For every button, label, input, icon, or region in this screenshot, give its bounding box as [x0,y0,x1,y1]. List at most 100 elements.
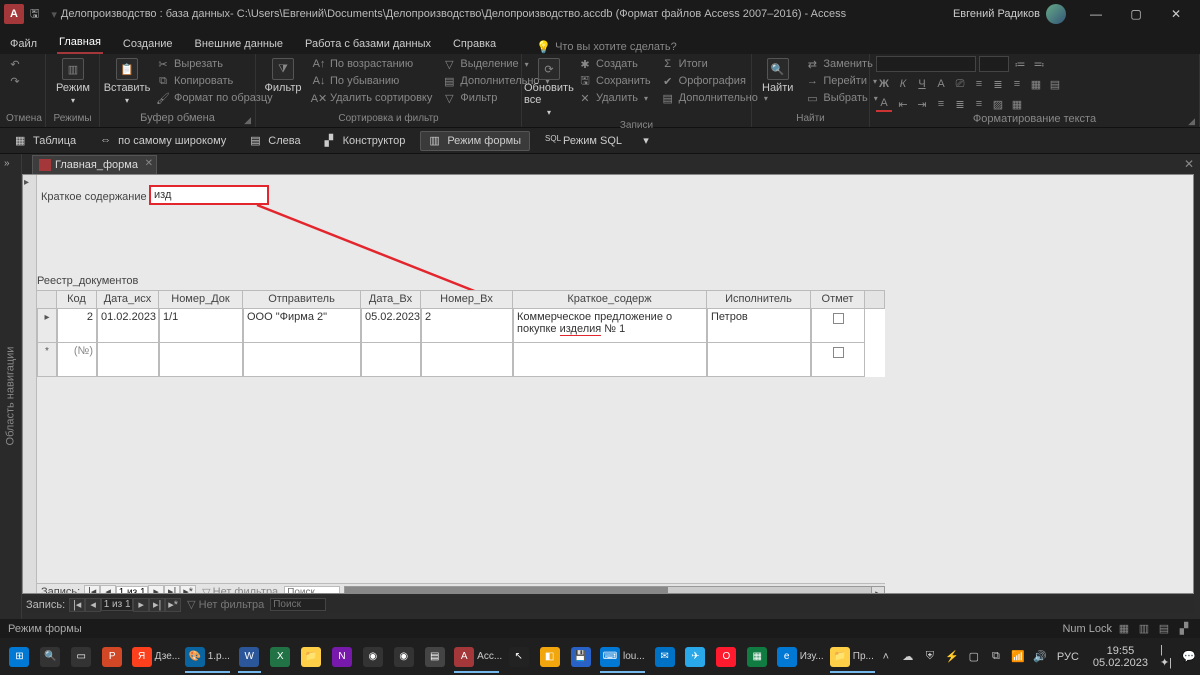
align-left-button[interactable]: ≡ [971,76,987,92]
col-kratkoe[interactable]: Краткое_содерж [513,291,707,308]
col-nomer-dok[interactable]: Номер_Док [159,291,243,308]
view-left[interactable]: ▤Слева [241,131,309,151]
bullets-icon[interactable]: ≔ [1012,56,1028,72]
taskbar-edge[interactable]: eИзу... [773,641,826,673]
taskbar-obs2[interactable]: ◉ [388,641,419,673]
filter-button[interactable]: ⧩ Фильтр [262,56,304,96]
cell-nomer-vh[interactable]: 2 [421,309,513,343]
recnav-last[interactable]: ▸| [149,598,165,612]
align-button-3[interactable]: ≡ [971,96,987,112]
gpu-icon[interactable]: ▢ [967,650,981,664]
taskbar-vscode[interactable]: ⌨lou... [596,641,649,673]
recnav-search[interactable] [284,586,340,595]
col-otmet[interactable]: Отмет [811,291,865,308]
tab-file[interactable]: Файл [8,34,39,54]
clear-sort-button[interactable]: A✕Удалить сортировку [310,90,434,106]
row-selector[interactable] [37,309,57,343]
taskbar-mail[interactable]: ✉ [649,641,680,673]
tab-external-data[interactable]: Внешние данные [193,34,285,54]
view-datasheet[interactable]: ▦Таблица [6,131,85,151]
wifi-icon[interactable]: 📶 [1011,650,1025,664]
replace-button[interactable]: ⇄Заменить [803,56,879,72]
tab-help[interactable]: Справка [451,34,498,54]
taskbar-taskview[interactable]: ▭ [66,641,97,673]
taskbar-excel[interactable]: X [265,641,296,673]
taskbar-cursor[interactable]: ↖ [503,641,534,673]
tab-database-tools[interactable]: Работа с базами данных [303,34,433,54]
taskbar-powerpoint[interactable]: P [97,641,128,673]
col-otprav[interactable]: Отправитель [243,291,361,308]
dialog-launcher-icon[interactable]: ◢ [244,115,251,126]
power-icon[interactable]: ⚡ [945,650,959,664]
dialog-launcher-icon[interactable]: ◢ [1188,116,1195,127]
tray-chevron-icon[interactable]: ˄ [879,650,893,664]
cell-nomer-dok[interactable]: 1/1 [159,309,243,343]
table-row[interactable]: 2 01.02.2023 1/1 ООО "Фирма 2" 05.02.202… [37,309,885,343]
select-button[interactable]: ▭Выбрать▾ [803,90,879,106]
recnav-first[interactable]: |◂ [84,585,100,594]
datasheet-view-icon[interactable]: ▦ [1116,622,1132,636]
cell-kratkoe[interactable]: Коммерческое предложение о покупке издел… [513,309,707,343]
view-more[interactable]: ▾ [637,131,655,150]
notifications-icon[interactable]: 💬 [1182,650,1196,664]
search-input[interactable] [149,185,269,205]
save-record-button[interactable]: 🖫Сохранить [576,73,653,89]
taskbar-onenote[interactable]: N [327,641,358,673]
paste-button[interactable]: 📋 Вставить ▾ [106,56,148,107]
recnav-filter-status[interactable]: ▽ Нет фильтра [187,598,264,611]
taskbar-explorer2[interactable]: 📁Пр... [826,641,879,673]
font-select[interactable] [876,56,976,72]
cell-empty[interactable] [159,343,243,377]
find-button[interactable]: 🔍 Найти [758,56,797,96]
form-view-icon[interactable]: ▥ [1136,622,1152,636]
goto-button[interactable]: →Перейти▾ [803,73,879,89]
recnav-next[interactable]: ▸ [133,598,149,612]
col-nomer-vh[interactable]: Номер_Вх [421,291,513,308]
doc-tab-mainform[interactable]: Главная_форма ✕ [32,155,157,174]
underline-button[interactable]: Ч [914,76,930,92]
col-data-ish[interactable]: Дата_исх [97,291,159,308]
view-sql[interactable]: SQLРежим SQL [536,131,631,151]
align-center-button[interactable]: ≣ [990,76,1006,92]
taskbar-paint[interactable]: 🎨1.p... [181,641,234,673]
account-button[interactable]: Евгений Радиков [953,4,1066,24]
design-view-icon[interactable]: ▞ [1176,622,1192,636]
view-mode-button[interactable]: ▥ Режим ▾ [52,56,94,107]
sort-desc-button[interactable]: A↓По убыванию [310,73,434,89]
taskbar-planner[interactable]: ▦ [742,641,773,673]
col-ispoln[interactable]: Исполнитель [707,291,811,308]
taskbar-obs[interactable]: ◉ [357,641,388,673]
taskbar-explorer[interactable]: 📁 [296,641,327,673]
tray-app-1-icon[interactable]: |✦| [1160,650,1174,664]
col-data-vh[interactable]: Дата_Вх [361,291,421,308]
recnav-first[interactable]: |◂ [69,598,85,612]
cell-empty[interactable] [421,343,513,377]
tab-create[interactable]: Создание [121,34,175,54]
volume-icon[interactable]: 🔊 [1033,650,1047,664]
taskbar-yandex[interactable]: ЯДзе... [128,641,181,673]
form-record-selector[interactable]: ▸ [23,175,37,593]
recnav-position[interactable] [101,598,133,611]
taskbar-access[interactable]: AAcc... [450,641,503,673]
recnav-prev[interactable]: ◂ [85,598,101,612]
numbering-icon[interactable]: ≕ [1031,56,1047,72]
fill-color-button[interactable]: ▦ [1028,76,1044,92]
taskbar-files[interactable]: ▤ [419,641,450,673]
col-kod[interactable]: Код [57,291,97,308]
taskbar-start[interactable]: ⊞ [4,641,35,673]
recnav-last[interactable]: ▸| [164,585,180,594]
fontsize-select[interactable] [979,56,1009,72]
cell-otprav[interactable]: ООО "Фирма 2" [243,309,361,343]
indent-inc-button[interactable]: ⇥ [914,96,930,112]
cell-empty[interactable] [707,343,811,377]
align-button[interactable]: ≡ [933,96,949,112]
view-widest[interactable]: ⇔по самому широкому [91,131,235,151]
cell-otmet-new[interactable] [811,343,865,377]
delete-record-button[interactable]: ✕Удалить▾ [576,90,653,106]
table-row-new[interactable]: (№) [37,343,885,377]
font-color-2[interactable]: A [876,96,892,112]
shading-button[interactable]: ▨ [990,96,1006,112]
recnav-new[interactable]: ▸* [180,585,196,594]
row-selector-new[interactable] [37,343,57,377]
recnav-prev[interactable]: ◂ [100,585,116,594]
